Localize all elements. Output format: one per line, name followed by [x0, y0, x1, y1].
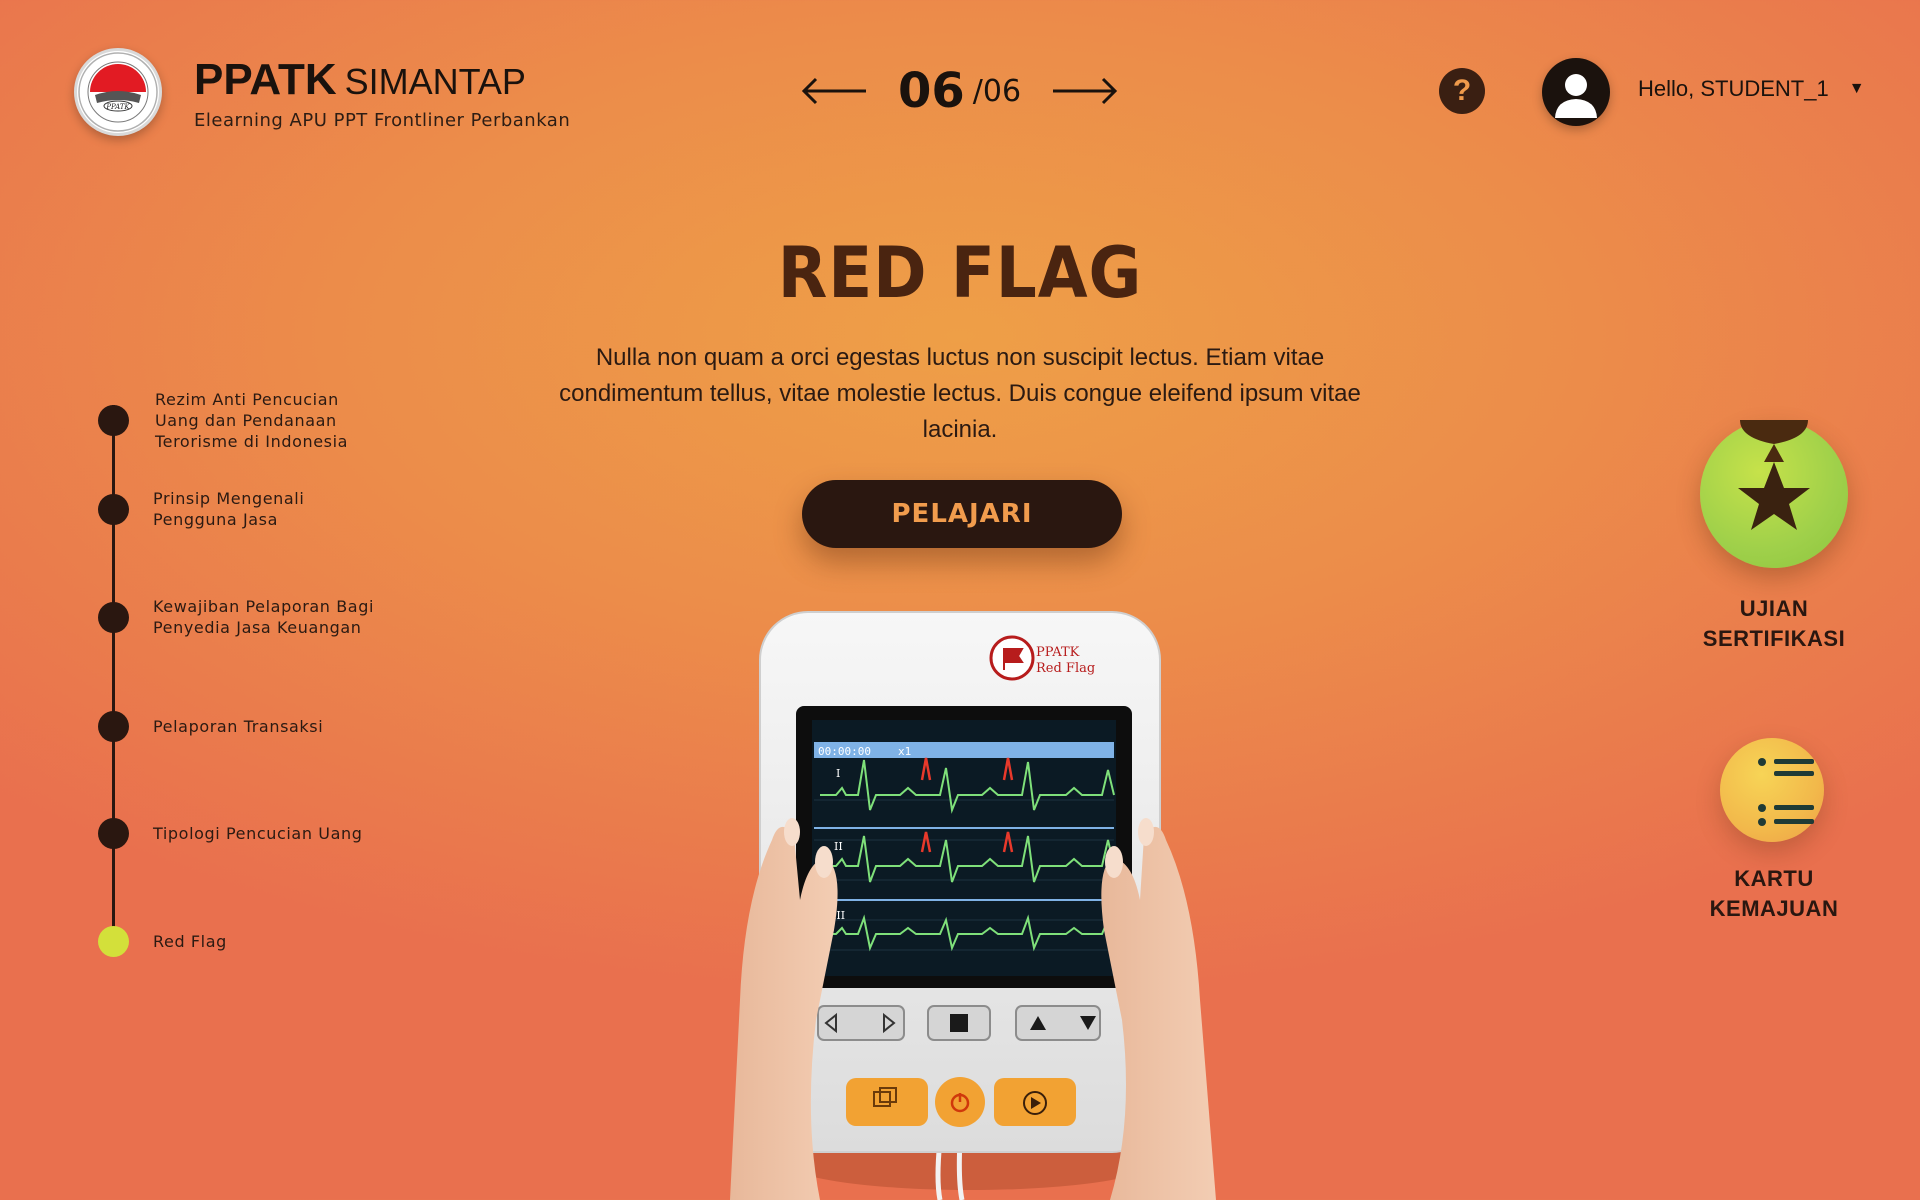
chevron-down-icon: ▼ — [1848, 80, 1865, 97]
timeline-dot — [98, 493, 129, 525]
progress-card-button[interactable] — [1720, 738, 1824, 842]
timeline-label: Tipologi Pencucian Uang — [153, 824, 363, 843]
screen-speed: x1 — [898, 745, 911, 758]
timeline-dot — [98, 818, 129, 849]
lead-label: II — [834, 840, 843, 853]
next-arrow-icon[interactable] — [1049, 71, 1119, 111]
brand-name: PPATK — [194, 55, 337, 104]
help-button[interactable]: ? — [1439, 68, 1485, 114]
brand-subtitle: Elearning APU PPT Frontliner Perbankan — [194, 110, 571, 131]
ecg-device-illustration: PPATK Red Flag 00:00:00 x1 I II III — [640, 600, 1280, 1200]
lead-label: I — [836, 767, 840, 780]
brand-title: PPATK SIMANTAP — [194, 58, 570, 102]
page-navigator: 06 /06 — [800, 60, 1120, 122]
exam-certificate-button[interactable] — [1700, 420, 1848, 568]
prev-arrow-icon[interactable] — [800, 71, 870, 111]
avatar[interactable] — [1542, 58, 1610, 126]
user-icon — [1555, 74, 1597, 118]
current-page: 06 — [898, 63, 965, 119]
timeline-item-4[interactable]: Pelaporan Transaksi — [98, 711, 323, 742]
timeline-label: Prinsip Mengenali Pengguna Jasa — [153, 489, 305, 529]
pelajari-button[interactable]: PELAJARI — [802, 480, 1122, 548]
timeline-label: Red Flag — [153, 932, 227, 951]
timeline-item-5[interactable]: Tipologi Pencucian Uang — [98, 818, 362, 849]
timeline-line — [112, 405, 115, 940]
brand: PPATK SIMANTAP Elearning APU PPT Frontlin… — [194, 58, 571, 132]
timeline-dot-active — [98, 926, 129, 957]
timeline-dot — [98, 711, 129, 742]
timeline-label: Pelaporan Transaksi — [153, 717, 324, 736]
user-greeting: Hello, STUDENT_1 — [1638, 76, 1829, 101]
timeline-label: Rezim Anti Pencucian Uang dan Pendanaan … — [155, 390, 349, 451]
timeline-item-1[interactable]: Rezim Anti Pencucian Uang dan Pendanaan … — [98, 389, 348, 452]
page-title: RED FLAG — [777, 232, 1143, 314]
logo-center-text: PPATK — [105, 103, 130, 111]
total-pages: /06 — [972, 73, 1022, 109]
exam-certificate-label: UJIAN SERTIFIKASI — [1702, 596, 1846, 651]
list-icon — [1758, 758, 1814, 826]
page-description: Nulla non quam a orci egestas luctus non… — [559, 344, 1361, 443]
star-medal-icon — [1738, 420, 1810, 530]
timeline-item-3[interactable]: Kewajiban Pelaporan Bagi Penyedia Jasa K… — [98, 596, 374, 638]
device-brand-line1: PPATK — [1036, 645, 1080, 660]
timeline-item-6[interactable]: Red Flag — [98, 926, 227, 957]
progress-card-label: KARTU KEMAJUAN — [1709, 866, 1839, 921]
ppatk-logo: PPATK — [74, 48, 162, 136]
timeline-label: Kewajiban Pelaporan Bagi Penyedia Jasa K… — [153, 597, 375, 637]
brand-product: SIMANTAP — [344, 61, 526, 102]
user-menu[interactable]: Hello, STUDENT_1 ▼ — [1638, 76, 1865, 102]
timeline-dot — [98, 405, 129, 436]
device-brand-line2: Red Flag — [1036, 661, 1095, 676]
screen-time: 00:00:00 — [818, 745, 871, 758]
timeline-item-2[interactable]: Prinsip Mengenali Pengguna Jasa — [98, 488, 304, 530]
timeline-dot — [98, 601, 129, 633]
